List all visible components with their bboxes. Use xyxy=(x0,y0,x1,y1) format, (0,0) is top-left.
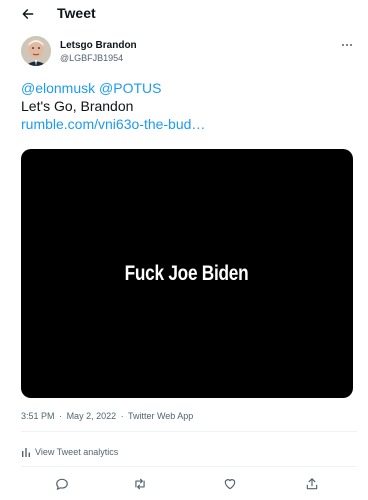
author-handle[interactable]: @LGBFJB1954 xyxy=(60,53,123,64)
tweet-source[interactable]: Twitter Web App xyxy=(128,411,193,421)
action-bar xyxy=(21,474,357,496)
top-bar: Tweet xyxy=(0,0,368,28)
more-horizontal-icon xyxy=(342,44,344,46)
divider xyxy=(21,431,357,432)
back-button[interactable] xyxy=(18,4,38,24)
heart-icon xyxy=(224,479,236,490)
arrow-left-icon xyxy=(22,9,34,19)
retweet-icon xyxy=(135,478,145,490)
avatar[interactable] xyxy=(21,36,51,66)
media-overlay-text: Fuck Joe Biden xyxy=(125,261,249,285)
divider xyxy=(21,466,357,467)
avatar-image xyxy=(21,36,51,66)
view-analytics-link[interactable]: View Tweet analytics xyxy=(21,445,118,459)
author-display-name[interactable]: Letsgo Brandon xyxy=(60,40,137,52)
reply-icon xyxy=(56,478,68,490)
meta-separator: · xyxy=(120,411,124,421)
tweet-date[interactable]: May 2, 2022 xyxy=(67,411,117,421)
like-button[interactable] xyxy=(220,474,240,494)
mention-potus[interactable]: @POTUS xyxy=(99,80,161,96)
retweet-button[interactable] xyxy=(130,474,150,494)
media-video[interactable]: Fuck Joe Biden xyxy=(21,149,353,398)
mention-elonmusk[interactable]: @elonmusk xyxy=(21,80,95,96)
bar-chart-icon xyxy=(22,448,30,457)
tweet-time[interactable]: 3:51 PM xyxy=(21,411,55,421)
share-icon xyxy=(306,478,318,490)
more-dot xyxy=(346,44,348,46)
mentions-line: @elonmusk @POTUS xyxy=(21,79,351,97)
analytics-label: View Tweet analytics xyxy=(35,447,119,457)
more-dot xyxy=(350,44,352,46)
meta-separator: · xyxy=(59,411,63,421)
tweet-link[interactable]: rumble.com/vni63o-the-bud… xyxy=(21,115,351,133)
reply-button[interactable] xyxy=(52,474,72,494)
more-options-button[interactable] xyxy=(337,38,357,52)
tweet-meta: 3:51 PM · May 2, 2022 · Twitter Web App xyxy=(21,410,193,422)
share-button[interactable] xyxy=(302,474,322,494)
page-title: Tweet xyxy=(57,5,96,21)
tweet-message: Let's Go, Brandon xyxy=(21,98,134,114)
tweet-text: @elonmusk @POTUS Let's Go, Brandon rumbl… xyxy=(21,79,351,133)
